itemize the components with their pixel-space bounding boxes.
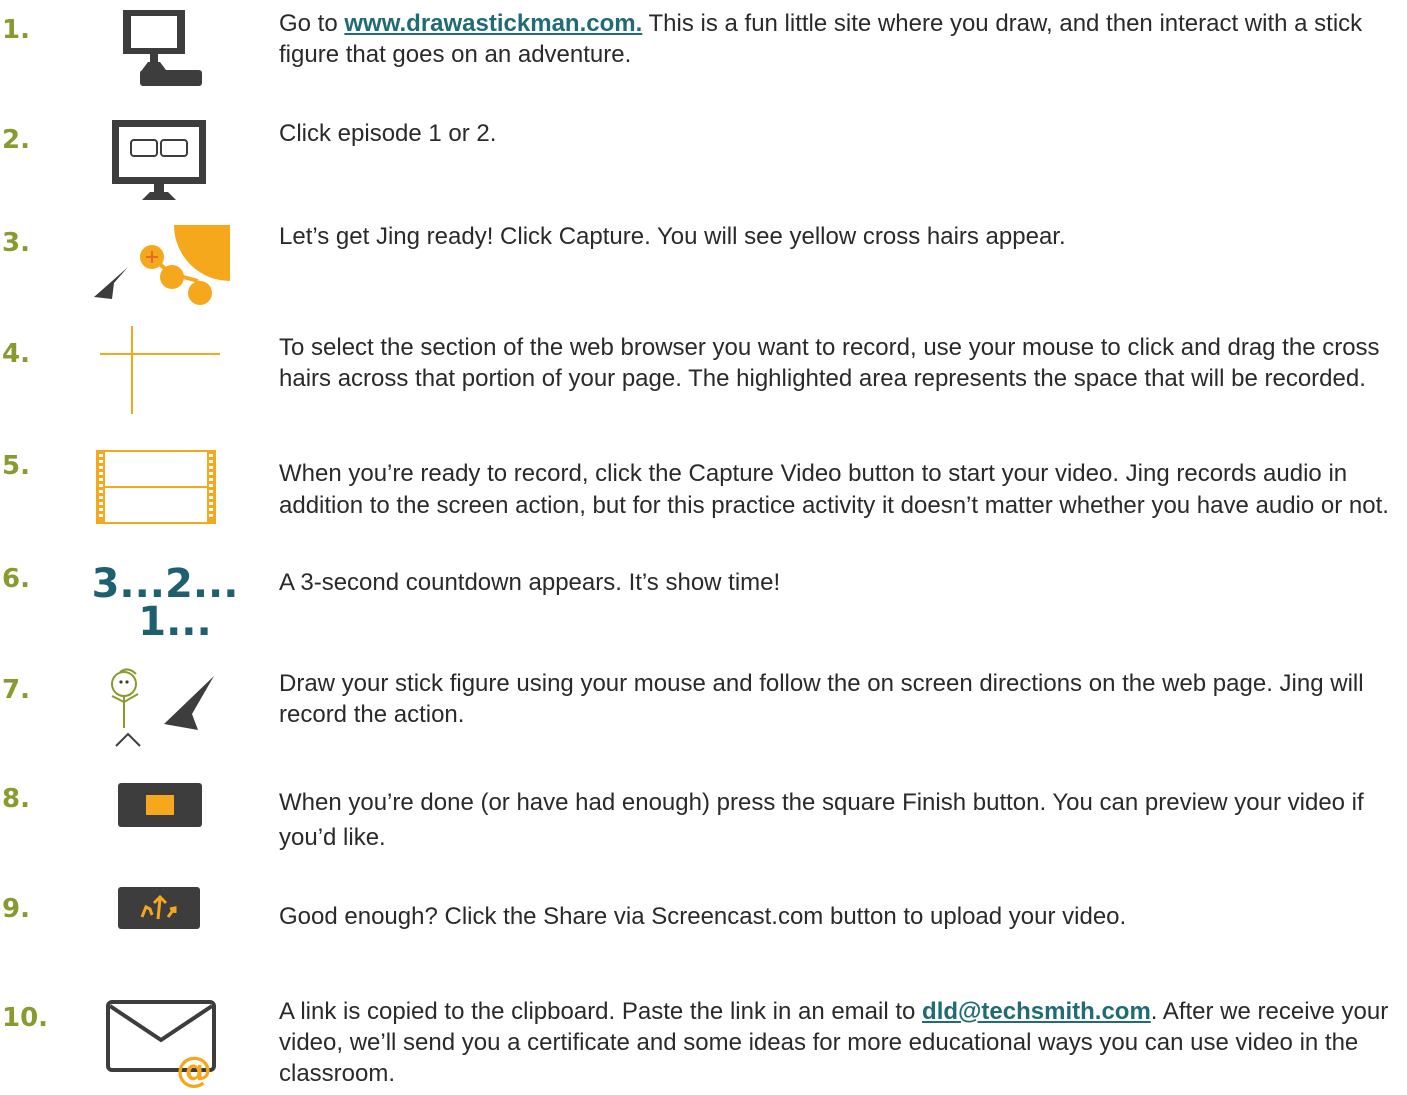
email-at-icon: @ bbox=[106, 1000, 220, 1091]
step-text: Click episode 1 or 2. bbox=[279, 120, 497, 147]
step-text: Good enough? Click the Share via Screenc… bbox=[279, 903, 1127, 930]
step-number: 2. bbox=[2, 125, 30, 155]
step-text-before: A link is copied to the clipboard. Paste… bbox=[279, 998, 923, 1025]
step-text: Go to www.drawastickman.com. This is a f… bbox=[279, 8, 1389, 70]
countdown-line-1: 3...2... bbox=[91, 561, 239, 607]
countdown-icon: 3...2... 1... bbox=[90, 561, 240, 645]
finish-button-icon bbox=[118, 783, 202, 827]
share-button-icon bbox=[118, 887, 200, 929]
step-text: When you’re done (or have had enough) pr… bbox=[279, 789, 1364, 851]
step-text: When you’re ready to record, click the C… bbox=[279, 460, 1389, 519]
step-number: 7. bbox=[2, 675, 30, 705]
countdown-line-2: 1... bbox=[138, 599, 212, 645]
drawastickman-link[interactable]: www.drawastickman.com. bbox=[344, 10, 642, 37]
crosshair-icon bbox=[100, 326, 220, 414]
step-number: 1. bbox=[2, 15, 30, 45]
jing-sun-cursor-icon bbox=[90, 225, 232, 307]
stick-figure-cursor-icon bbox=[106, 668, 226, 758]
step-number: 5. bbox=[2, 451, 30, 481]
step-number: 10. bbox=[2, 1003, 49, 1033]
step-text-before: Go to bbox=[279, 10, 345, 37]
email-link[interactable]: dld@techsmith.com bbox=[922, 998, 1151, 1025]
step-text: A link is copied to the clipboard. Paste… bbox=[279, 996, 1389, 1089]
monitor-episodes-icon bbox=[110, 120, 208, 202]
step-text: To select the section of the web browser… bbox=[279, 334, 1380, 392]
film-strip-icon bbox=[96, 450, 216, 526]
step-text: Draw your stick figure using your mouse … bbox=[279, 670, 1364, 728]
svg-text:@: @ bbox=[176, 1050, 212, 1090]
step-number: 8. bbox=[2, 784, 30, 814]
step-number: 3. bbox=[2, 228, 30, 258]
step-text: Let’s get Jing ready! Click Capture. You… bbox=[279, 223, 1066, 250]
step-number: 4. bbox=[2, 339, 30, 369]
computer-keyboard-icon bbox=[120, 10, 210, 92]
step-number: 9. bbox=[2, 894, 30, 924]
step-text: A 3-second countdown appears. It’s show … bbox=[279, 569, 781, 596]
step-number: 6. bbox=[2, 564, 30, 594]
